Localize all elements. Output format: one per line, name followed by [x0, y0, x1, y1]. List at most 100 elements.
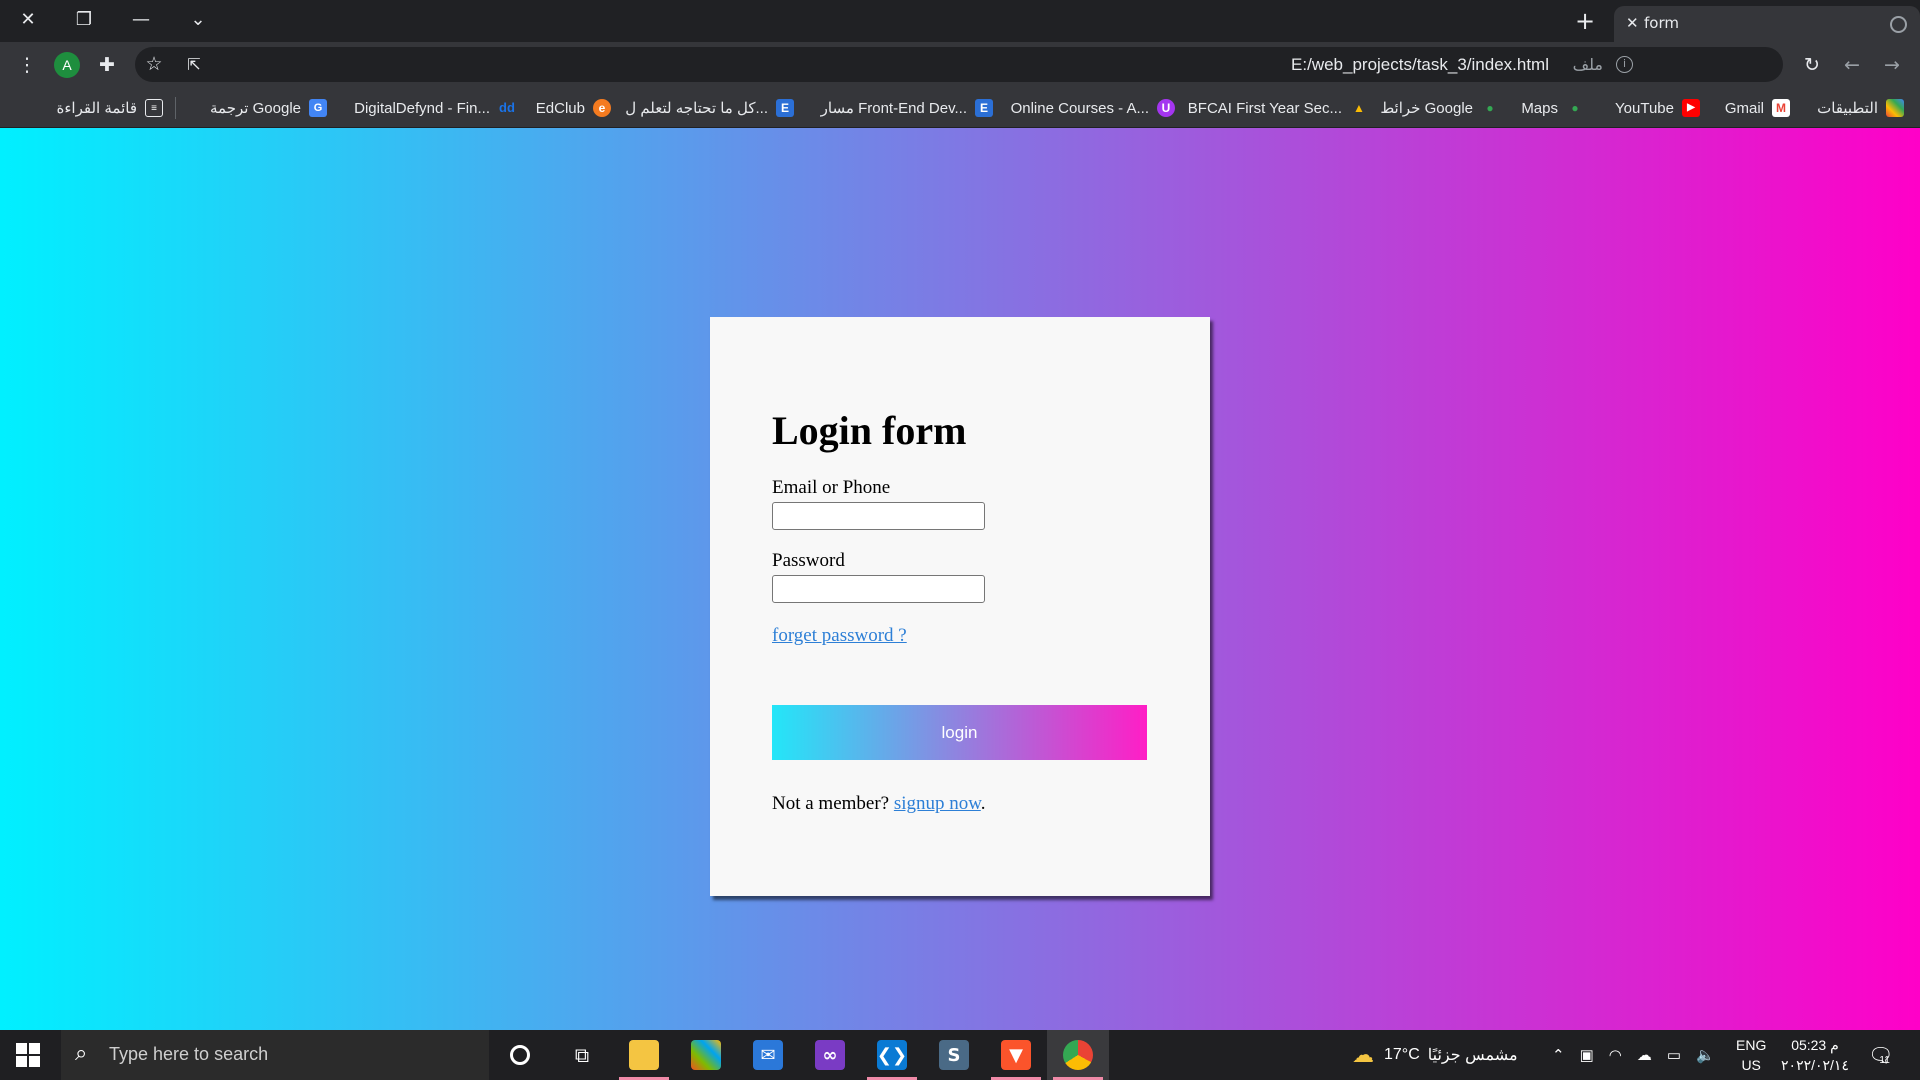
language-code: ENG — [1736, 1037, 1767, 1053]
reading-list-icon: ≡ — [145, 99, 163, 117]
password-label: Password — [772, 550, 845, 571]
battery-icon[interactable]: ▭ — [1667, 1046, 1681, 1064]
browser-toolbar: ⋮ A ✚ ☆ ⇱ E:/web_projects/task_3/index.h… — [0, 42, 1920, 87]
form-title: Login form — [772, 408, 967, 453]
volume-icon[interactable]: 🔈 — [1696, 1046, 1715, 1064]
back-arrow-icon[interactable]: ← — [1837, 50, 1867, 80]
bookmark-label: YouTube — [1615, 99, 1674, 117]
bookmark-edclub[interactable]: EdClub e — [536, 97, 611, 119]
forward-arrow-icon[interactable]: → — [1877, 50, 1907, 80]
address-bar[interactable]: ☆ ⇱ E:/web_projects/task_3/index.html مل… — [135, 47, 1783, 82]
site-info-chip[interactable]: ملف — [1573, 55, 1603, 74]
edclub-icon: e — [593, 99, 611, 117]
task-view-icon[interactable]: ⧉ — [551, 1030, 613, 1080]
search-icon: ⌕ — [75, 1041, 88, 1066]
tab-close-icon[interactable]: ✕ — [1626, 14, 1639, 32]
system-tray-icons: ⌃ ▣ ◠ ☁ ▭ 🔈 — [1552, 1030, 1715, 1080]
translate-icon: G — [309, 99, 327, 117]
close-window-button[interactable]: ✕ — [0, 0, 56, 38]
mail-icon[interactable]: ✉ — [737, 1030, 799, 1080]
bookmark-label: EdClub — [535, 99, 585, 117]
email-label: Email or Phone — [772, 477, 891, 498]
member-text: Not a member? — [772, 793, 894, 814]
gmail-icon: M — [1772, 99, 1790, 117]
notifications-icon[interactable]: 🗨 11 — [1868, 1030, 1893, 1080]
bookmark-apps[interactable]: التطبيقات — [1817, 97, 1904, 119]
weather-widget[interactable]: ☁ 17°C مشمس جزئيًا — [1352, 1030, 1518, 1080]
visual-studio-icon[interactable]: ∞ — [799, 1030, 861, 1080]
reading-list[interactable]: قائمة القراءة ≡ — [57, 97, 176, 119]
elzero-icon: E — [975, 99, 993, 117]
share-icon[interactable]: ⇱ — [179, 49, 209, 79]
sql-server-icon[interactable]: S — [923, 1030, 985, 1080]
windows-start-icon[interactable] — [16, 1043, 40, 1067]
info-icon[interactable]: i — [1616, 56, 1633, 73]
file-explorer-icon[interactable] — [613, 1030, 675, 1080]
onedrive-cloud-icon[interactable]: ☁ — [1637, 1046, 1652, 1064]
bookmark-label: DigitalDefynd - Fin... — [354, 99, 490, 117]
browser-tab[interactable]: ✕ form — [1614, 6, 1920, 42]
bookmark-label: التطبيقات — [1817, 100, 1878, 117]
signup-link[interactable]: signup now — [894, 793, 981, 814]
notification-count: 11 — [1879, 1054, 1890, 1066]
windows-taskbar: ⌕ Type here to search ⧉ ✉ ∞ ❮❯ S ▼ ☁ 17°… — [0, 1030, 1920, 1080]
bookmark-youtube[interactable]: YouTube ▶ — [1615, 97, 1700, 119]
bookmarks-bar: التطبيقات Gmail M YouTube ▶ Maps ● خرائط… — [0, 87, 1920, 128]
extensions-puzzle-icon[interactable]: ✚ — [92, 50, 122, 80]
bookmark-star-icon[interactable]: ☆ — [139, 49, 169, 79]
show-hidden-icons-icon[interactable]: ⌃ — [1552, 1046, 1565, 1064]
bookmark-label: خرائط Google — [1380, 100, 1473, 117]
drive-icon: ▲ — [1353, 101, 1365, 115]
clock[interactable]: 05:23 م ٢٠٢٢/٠٢/١٤ — [1780, 1030, 1850, 1080]
bookmark-digitaldefynd[interactable]: DigitalDefynd - Fin... dd — [354, 97, 516, 119]
password-field[interactable] — [772, 575, 985, 603]
wifi-icon[interactable]: ◠ — [1609, 1046, 1622, 1064]
cortana-icon[interactable] — [489, 1030, 551, 1080]
youtube-icon: ▶ — [1682, 99, 1700, 117]
elzero-icon: E — [776, 99, 794, 117]
email-field[interactable] — [772, 502, 985, 530]
restore-window-button[interactable]: ❐ — [56, 0, 112, 38]
reload-icon[interactable]: ↻ — [1797, 50, 1827, 80]
weather-cloud-icon: ☁ — [1352, 1042, 1374, 1067]
bookmark-label: ترجمة Google — [210, 100, 301, 117]
bookmark-gmail[interactable]: Gmail M — [1725, 97, 1790, 119]
bookmark-label: قائمة القراءة — [56, 100, 137, 117]
page-background: Login form Email or Phone Password forge… — [0, 128, 1920, 1030]
bookmark-label: Maps — [1521, 99, 1558, 117]
microsoft-store-icon[interactable] — [675, 1030, 737, 1080]
maps-pin-icon: ● — [1486, 101, 1494, 115]
bookmark-google-maps[interactable]: خرائط Google ● — [1380, 97, 1499, 119]
browser-titlebar: ✕ ❐ — ⌄ + ✕ form — [0, 0, 1920, 42]
taskbar-search-box[interactable]: ⌕ Type here to search — [61, 1030, 489, 1080]
maps-pin-icon: ● — [1571, 101, 1579, 115]
clock-time: 05:23 م — [1791, 1037, 1839, 1053]
bookmark-front-end[interactable]: مسار Front-End Dev... E — [821, 97, 993, 119]
chrome-icon[interactable] — [1047, 1030, 1109, 1080]
bookmark-translate[interactable]: ترجمة Google G — [210, 97, 327, 119]
bookmark-bfcai[interactable]: BFCAI First Year Sec... ▲ — [1188, 97, 1368, 119]
url-text[interactable]: E:/web_projects/task_3/index.html — [1291, 55, 1549, 75]
bookmark-online-courses[interactable]: Online Courses - A... U — [1011, 97, 1175, 119]
member-suffix: . — [980, 793, 986, 814]
bookmark-learn[interactable]: كل ما تحتاجه لتعلم ل... E — [625, 97, 794, 119]
menu-kebab-icon[interactable]: ⋮ — [12, 50, 42, 80]
bookmark-label: Online Courses - A... — [1010, 99, 1149, 117]
vscode-icon[interactable]: ❮❯ — [861, 1030, 923, 1080]
bookmark-maps[interactable]: Maps ● — [1521, 97, 1584, 119]
bookmark-label: Gmail — [1724, 99, 1764, 117]
login-button[interactable]: login — [772, 705, 1147, 760]
bookmark-label: مسار Front-End Dev... — [820, 100, 967, 117]
new-tab-button[interactable]: + — [1570, 6, 1600, 36]
signup-prompt: Not a member? signup now. — [772, 793, 986, 815]
profile-avatar[interactable]: A — [54, 52, 80, 78]
meet-now-icon[interactable]: ▣ — [1580, 1046, 1594, 1064]
tab-search-button[interactable]: ⌄ — [170, 0, 226, 38]
clock-date: ٢٠٢٢/٠٢/١٤ — [1781, 1057, 1849, 1073]
brave-icon[interactable]: ▼ — [985, 1030, 1047, 1080]
globe-icon — [1890, 16, 1907, 33]
login-card: Login form Email or Phone Password forge… — [710, 317, 1210, 896]
forget-password-link[interactable]: forget password ? — [772, 625, 907, 647]
language-indicator[interactable]: ENG US — [1736, 1030, 1766, 1080]
minimize-window-button[interactable]: — — [113, 0, 169, 38]
